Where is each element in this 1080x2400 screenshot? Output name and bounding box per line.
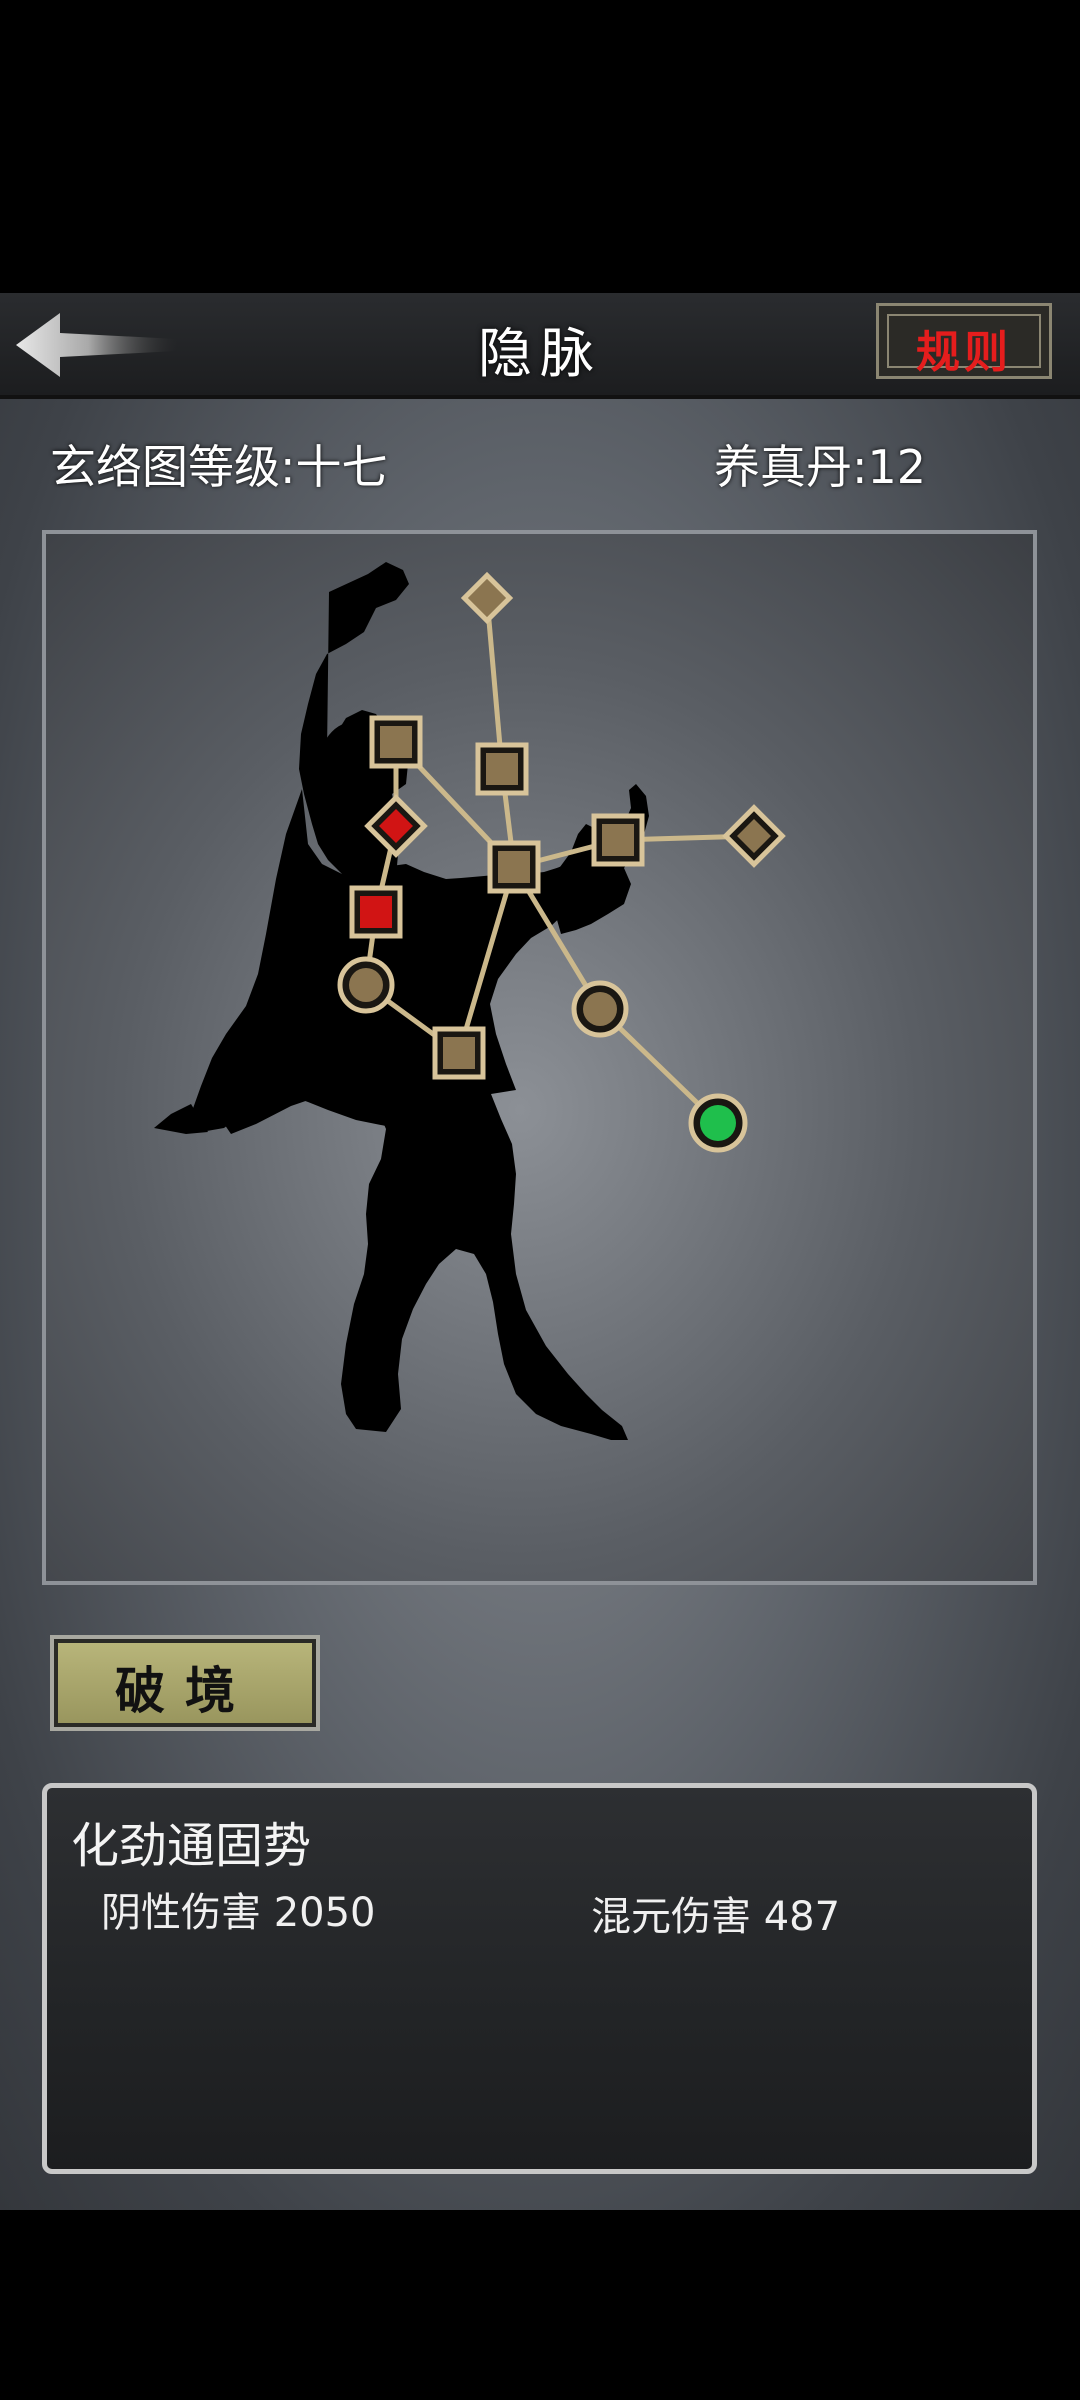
node-left-knee[interactable] <box>432 1026 486 1080</box>
skill-info-panel: 化劲通固势 阴性伤害 2050 混元伤害 487 <box>42 1783 1037 2174</box>
node-neck[interactable] <box>475 742 529 796</box>
node-left-shoulder[interactable] <box>369 715 423 769</box>
skill-name: 化劲通固势 <box>71 1818 312 1874</box>
effect-hunyuan-damage: 混元伤害 487 <box>591 1894 841 1940</box>
node-right-knee[interactable] <box>571 980 629 1038</box>
game-screen: 隐脉 规则 玄络图等级:十七 养真丹:12 破境 化劲通固势 阴性伤害 2050… <box>0 293 1080 2210</box>
node-center[interactable] <box>487 840 541 894</box>
meridian-map <box>42 530 1037 1585</box>
node-left-waist[interactable] <box>349 885 403 939</box>
node-right-hand[interactable] <box>722 804 786 868</box>
effect-yin-damage: 阴性伤害 2050 <box>101 1890 376 1936</box>
map-level-text: 玄络图等级:十七 <box>50 440 388 494</box>
node-right-elbow[interactable] <box>591 813 645 867</box>
pill-count-text: 养真丹:12 <box>714 440 927 494</box>
rules-button[interactable]: 规则 <box>876 303 1052 379</box>
rules-label: 规则 <box>916 327 1012 378</box>
breakthrough-label: 破境 <box>115 1661 255 1720</box>
header-bar: 隐脉 规则 <box>0 293 1080 399</box>
node-right-foot[interactable] <box>688 1093 748 1153</box>
breakthrough-button[interactable]: 破境 <box>50 1635 320 1731</box>
node-left-hip[interactable] <box>337 956 395 1014</box>
node-top-hand[interactable] <box>460 571 514 625</box>
